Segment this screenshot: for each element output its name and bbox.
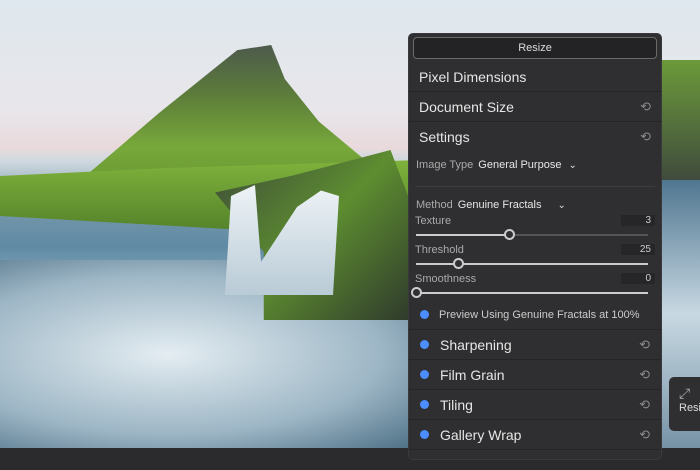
slider-threshold: Threshold 25 (409, 242, 661, 271)
enabled-dot-icon[interactable] (420, 340, 429, 349)
preview-toggle[interactable]: Preview Using Genuine Fractals at 100% (409, 300, 661, 330)
slider-knob[interactable] (411, 287, 422, 298)
slider-label: Texture (415, 214, 452, 227)
reset-icon[interactable]: ⟲ (639, 337, 650, 353)
slider-label: Smoothness (415, 272, 477, 285)
method-value: Genuine Fractals (457, 199, 542, 211)
rock (660, 60, 700, 190)
section-film-grain[interactable]: Film Grain ⟲ (409, 360, 661, 390)
reset-icon[interactable]: ⟲ (640, 99, 651, 115)
slider-label: Threshold (415, 243, 464, 256)
image-type-value: General Purpose (478, 159, 562, 171)
method-label: Method (416, 199, 453, 211)
resize-panel: Resize Pixel Dimensions Document Size ⟲ S… (408, 33, 662, 460)
reset-icon[interactable]: ⟲ (639, 427, 650, 443)
section-label: Film Grain (440, 366, 505, 383)
slider-fill (416, 234, 509, 236)
resize-side-label: Resi (679, 402, 700, 414)
slider-header: Texture 3 (409, 213, 661, 228)
section-gallery-wrap[interactable]: Gallery Wrap ⟲ (409, 420, 661, 450)
method-select[interactable]: Method Genuine Fractals ⌄ (409, 197, 661, 213)
section-sharpening[interactable]: Sharpening ⟲ (409, 330, 661, 360)
preview-dot-icon (420, 310, 429, 319)
reset-icon[interactable]: ⟲ (639, 367, 650, 383)
section-label: Gallery Wrap (440, 426, 522, 443)
slider-value-input[interactable]: 25 (621, 244, 655, 255)
enabled-dot-icon[interactable] (420, 400, 429, 409)
slider-header: Smoothness 0 (409, 271, 661, 286)
slider-value-input[interactable]: 3 (621, 215, 655, 226)
section-label: Settings (419, 129, 470, 145)
slider-track[interactable] (416, 228, 648, 242)
slider-track[interactable] (411, 286, 648, 300)
slider-bg (416, 292, 648, 294)
image-type-label: Image Type (416, 159, 474, 171)
chevron-down-icon: ⌄ (557, 199, 566, 211)
chevron-down-icon: ⌄ (568, 159, 577, 171)
section-label: Tiling (440, 396, 473, 413)
section-label: Document Size (419, 98, 514, 115)
section-label: Pixel Dimensions (419, 68, 527, 85)
section-tiling[interactable]: Tiling ⟲ (409, 390, 661, 420)
section-label: Sharpening (440, 336, 512, 353)
slider-fill (416, 263, 458, 265)
slider-smoothness: Smoothness 0 (409, 271, 661, 300)
enabled-dot-icon[interactable] (420, 370, 429, 379)
slider-knob[interactable] (503, 229, 515, 240)
slider-value-input[interactable]: 0 (621, 273, 655, 284)
reset-icon[interactable]: ⟲ (639, 397, 650, 413)
section-settings[interactable]: Settings ⟲ (409, 122, 661, 152)
divider (415, 186, 655, 187)
slider-texture: Texture 3 (409, 213, 661, 242)
resize-side-button[interactable]: ⤢ Resi (669, 377, 700, 431)
section-pixel-dimensions[interactable]: Pixel Dimensions (409, 62, 661, 92)
enabled-dot-icon[interactable] (420, 430, 429, 439)
preview-label: Preview Using Genuine Fractals at 100% (439, 308, 640, 321)
resize-icon: ⤢ (679, 385, 691, 401)
reset-icon[interactable]: ⟲ (640, 129, 651, 145)
slider-header: Threshold 25 (409, 242, 661, 257)
section-document-size[interactable]: Document Size ⟲ (409, 92, 661, 122)
panel-title-button[interactable]: Resize (413, 37, 657, 59)
slider-knob[interactable] (452, 258, 464, 269)
slider-track[interactable] (416, 257, 648, 271)
image-type-select[interactable]: Image Type General Purpose ⌄ (409, 152, 661, 178)
